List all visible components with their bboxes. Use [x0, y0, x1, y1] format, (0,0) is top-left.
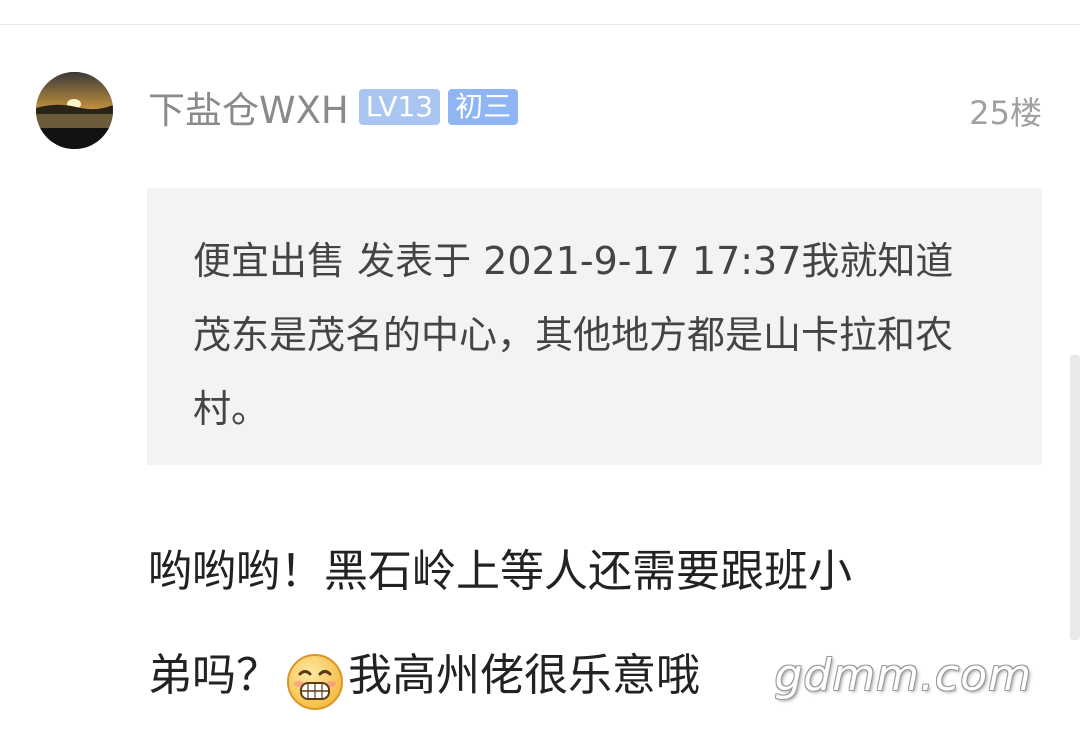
reply-post: 下盐仓WXH LV13 初三 25楼 便宜出售 发表于 2021-9-17 17…	[0, 0, 1080, 740]
grinning-face-emoji-icon	[286, 645, 344, 710]
scrollbar[interactable]	[1070, 355, 1080, 640]
quote-block[interactable]: 便宜出售 发表于 2021-9-17 17:37我就知道茂东是茂名的中心，其他地…	[147, 188, 1042, 465]
content-text-after-emoji: 我高州佬很乐意哦	[348, 650, 700, 701]
sunset-avatar-image	[36, 72, 113, 149]
username[interactable]: 下盐仓WXH	[148, 80, 349, 134]
site-watermark: gdmm.com	[774, 650, 1032, 701]
post-header: 下盐仓WXH LV13 初三	[148, 84, 519, 132]
floor-number: 25楼	[969, 94, 1042, 132]
level-badge: LV13	[358, 89, 441, 125]
title-badge: 初三	[448, 89, 519, 125]
content-text-before-emoji: 弟吗？	[148, 650, 280, 701]
content-line-1: 哟哟哟！黑石岭上等人还需要跟班小	[148, 546, 852, 597]
user-avatar[interactable]	[36, 72, 113, 149]
quote-text: 便宜出售 发表于 2021-9-17 17:37我就知道茂东是茂名的中心，其他地…	[193, 239, 954, 431]
